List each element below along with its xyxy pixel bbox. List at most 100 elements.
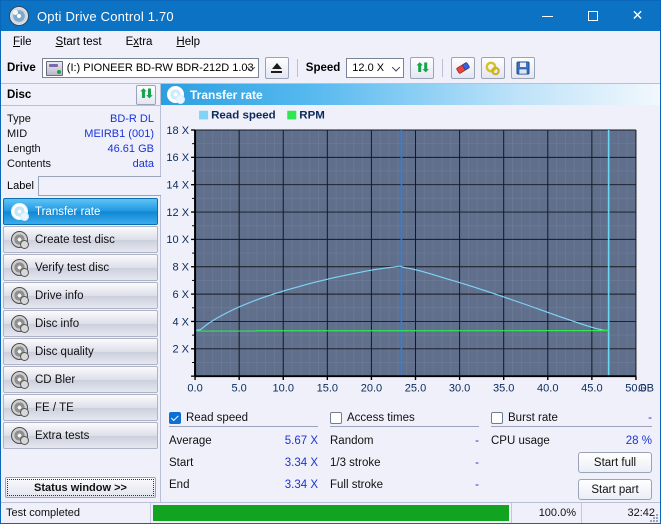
svg-text:Read speed: Read speed <box>211 110 276 122</box>
svg-text:40.0: 40.0 <box>537 383 558 395</box>
stat-row: Start 3.34 X <box>169 452 318 474</box>
menu-start-test[interactable]: Start test <box>54 34 104 50</box>
status-window-button[interactable]: Status window >> <box>5 477 156 498</box>
minimize-button[interactable] <box>525 1 570 31</box>
disc-icon <box>9 6 29 26</box>
window-title: Opti Drive Control 1.70 <box>37 8 174 24</box>
sidebar-item-drive-info[interactable]: Drive info <box>3 282 158 309</box>
disc-refresh-button[interactable]: ⬆ ⬇ <box>136 84 156 105</box>
disc-icon <box>11 231 29 249</box>
disc-icon <box>11 259 29 277</box>
svg-text:4 X: 4 X <box>173 316 190 328</box>
disc-icon <box>11 371 29 389</box>
disc-row-length: Length 46.61 GB <box>7 141 154 156</box>
eject-icon <box>271 63 283 73</box>
burst-rate-checkbox[interactable] <box>491 411 503 424</box>
menu-file[interactable]: File <box>11 34 34 50</box>
disc-icon <box>11 427 29 445</box>
sidebar-item-disc-info[interactable]: Disc info <box>3 310 158 337</box>
stat-value: - <box>475 479 479 491</box>
stat-row: 1/3 stroke - <box>330 452 479 474</box>
start-full-button[interactable]: Start full <box>578 452 652 473</box>
sidebar-item-fe-te[interactable]: FE / TE <box>3 394 158 421</box>
action-buttons: Start full Start part <box>491 452 652 500</box>
svg-text:6 X: 6 X <box>173 289 190 301</box>
burst-rate-header-value: - <box>648 411 652 424</box>
sidebar-item-disc-quality[interactable]: Disc quality <box>3 338 158 365</box>
menu-bar: File Start test Extra Help <box>1 31 660 53</box>
stat-row: CPU usage 28 % <box>491 430 652 452</box>
disc-row-key: Type <box>7 112 31 125</box>
sidebar-item-label: Verify test disc <box>35 261 110 274</box>
svg-text:15.0: 15.0 <box>317 383 338 395</box>
minimize-icon <box>542 15 553 17</box>
settings-button[interactable] <box>481 57 506 79</box>
disc-info-list: Type BD-R DL MID MEIRB1 (001) Length 46.… <box>1 106 160 173</box>
erase-button[interactable] <box>451 57 476 79</box>
menu-help[interactable]: Help <box>174 34 202 50</box>
disc-row-key: MID <box>7 127 28 140</box>
disc-icon <box>167 86 185 104</box>
drive-label: Drive <box>7 62 36 74</box>
stat-value: - <box>475 435 479 447</box>
close-button[interactable]: ✕ <box>615 1 660 31</box>
sidebar-item-label: Disc info <box>35 317 80 330</box>
elapsed-time: 32:42 <box>582 503 660 523</box>
speed-select[interactable]: 12.0 X <box>346 58 405 78</box>
panel-header: Transfer rate <box>161 84 660 105</box>
access-times-label: Access times <box>347 411 415 424</box>
disc-header-title: Disc <box>7 88 32 101</box>
svg-text:18 X: 18 X <box>166 125 189 137</box>
svg-text:10.0: 10.0 <box>273 383 294 395</box>
maximize-button[interactable] <box>570 1 615 31</box>
sidebar-item-extra-tests[interactable]: Extra tests <box>3 422 158 449</box>
sidebar-item-label: Disc quality <box>35 345 94 358</box>
burst-rate-header: Burst rate - <box>491 409 652 427</box>
sidebar-item-create-test-disc[interactable]: Create test disc <box>3 226 158 253</box>
sidebar-item-label: Transfer rate <box>35 205 101 218</box>
speed-label: Speed <box>305 62 341 74</box>
save-button[interactable] <box>511 57 536 79</box>
eraser-icon <box>456 62 470 74</box>
eject-button[interactable] <box>264 57 289 79</box>
svg-text:20.0: 20.0 <box>361 383 382 395</box>
sidebar-item-label: Create test disc <box>35 233 115 246</box>
resize-grip[interactable] <box>648 512 658 522</box>
access-times-checkbox[interactable] <box>330 411 342 424</box>
menu-extra[interactable]: Extra <box>124 34 155 50</box>
svg-text:14 X: 14 X <box>166 180 189 192</box>
refresh-button[interactable]: ⬆ ⬇ <box>410 57 435 79</box>
sidebar-item-label: Drive info <box>35 289 84 302</box>
disc-row-mid: MID MEIRB1 (001) <box>7 126 154 141</box>
disc-header: Disc ⬆ ⬇ <box>1 84 160 106</box>
svg-text:35.0: 35.0 <box>493 383 514 395</box>
read-speed-checkbox[interactable] <box>169 411 181 424</box>
stat-value: 3.34 X <box>284 457 318 469</box>
start-part-button[interactable]: Start part <box>578 479 652 500</box>
svg-text:30.0: 30.0 <box>449 383 470 395</box>
drive-select[interactable]: (I:) PIONEER BD-RW BDR-212D 1.03 <box>41 58 259 78</box>
drive-toolbar: Drive (I:) PIONEER BD-RW BDR-212D 1.03 S… <box>1 53 660 84</box>
stat-value: 3.34 X <box>284 479 318 491</box>
svg-text:2 X: 2 X <box>173 344 190 356</box>
stat-value: - <box>475 457 479 469</box>
stat-key: Random <box>330 435 374 447</box>
title-bar: Opti Drive Control 1.70 ✕ <box>1 1 660 31</box>
sidebar-item-cd-bler[interactable]: CD Bler <box>3 366 158 393</box>
sidebar-item-label: FE / TE <box>35 401 74 414</box>
disc-label-row: Label <box>1 176 245 196</box>
disc-row-key: Length <box>7 142 41 155</box>
stat-row: Average 5.67 X <box>169 430 318 452</box>
sidebar-item-verify-test-disc[interactable]: Verify test disc <box>3 254 158 281</box>
right-panel: Transfer rate Read speed RPM 2 X 4 X 6 X 8 X 1… <box>161 84 660 502</box>
sidebar-item-transfer-rate[interactable]: Transfer rate <box>3 198 158 225</box>
floppy-save-icon <box>516 61 530 75</box>
stat-key: End <box>169 479 190 491</box>
drive-select-value: (I:) PIONEER BD-RW BDR-212D 1.03 <box>66 62 254 74</box>
status-bar: Test completed 100.0% 32:42 <box>1 502 660 523</box>
svg-text:0.0: 0.0 <box>187 383 202 395</box>
progress-fill <box>153 505 509 521</box>
disc-row-type: Type BD-R DL <box>7 111 154 126</box>
disc-icon <box>11 315 29 333</box>
stat-value: 28 % <box>625 435 652 447</box>
